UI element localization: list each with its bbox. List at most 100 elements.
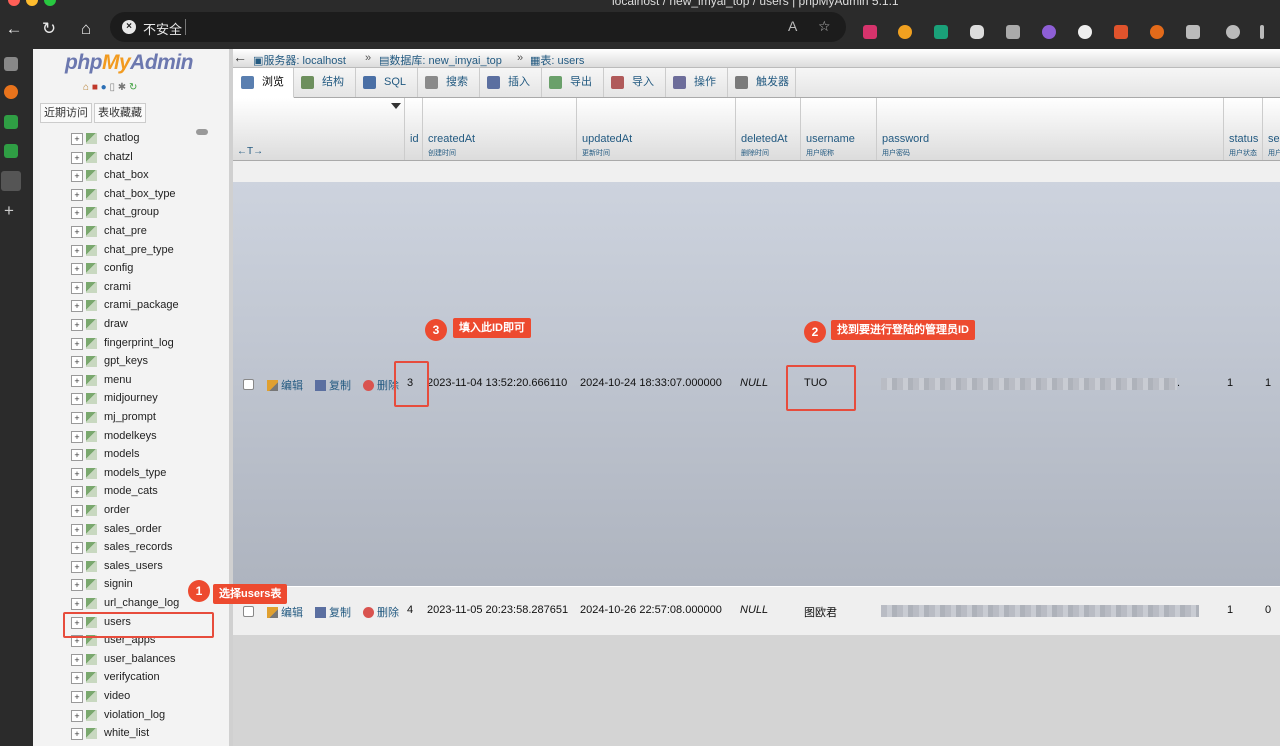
tree-item-order[interactable]: + order: [71, 502, 221, 520]
docs-icon[interactable]: ▯: [109, 82, 115, 93]
expand-icon[interactable]: +: [71, 560, 83, 573]
edit-link[interactable]: 编辑: [267, 377, 303, 393]
tree-item-violation-log[interactable]: + violation_log: [71, 707, 221, 725]
tab-browse[interactable]: 浏览: [233, 68, 294, 98]
column-header-updatedat[interactable]: updatedAt 更新时间: [576, 98, 736, 160]
expand-icon[interactable]: +: [71, 188, 83, 201]
expand-icon[interactable]: +: [71, 728, 83, 741]
home-icon[interactable]: ⌂: [75, 18, 97, 40]
tree-item-verifycation[interactable]: + verifycation: [71, 669, 221, 687]
tabs-panel-icon[interactable]: [4, 57, 18, 71]
expand-icon[interactable]: +: [71, 133, 83, 145]
crumb-server[interactable]: ▣服务器: localhost: [253, 52, 346, 68]
expand-icon[interactable]: +: [71, 374, 83, 387]
crumb-table[interactable]: ▦表: users: [530, 52, 584, 68]
tab-export[interactable]: 导出: [541, 68, 604, 97]
expand-icon[interactable]: +: [71, 300, 83, 313]
tree-item-sales-order[interactable]: + sales_order: [71, 521, 221, 539]
extension-orange-icon[interactable]: [1150, 25, 1164, 39]
expand-icon[interactable]: +: [71, 449, 83, 462]
refresh-icon[interactable]: ↻: [129, 82, 137, 93]
tree-item-chat-box[interactable]: + chat_box: [71, 167, 221, 185]
close-window-button[interactable]: [8, 0, 20, 6]
tree-item-video[interactable]: + video: [71, 688, 221, 706]
zoom-window-button[interactable]: [44, 0, 56, 6]
extension-goggles-icon[interactable]: [970, 25, 984, 39]
tab-insert[interactable]: 插入: [479, 68, 542, 97]
tree-item-gpt-keys[interactable]: + gpt_keys: [71, 353, 221, 371]
tab-sql[interactable]: SQL: [355, 68, 418, 97]
expand-icon[interactable]: +: [71, 486, 83, 499]
tree-item-mj-prompt[interactable]: + mj_prompt: [71, 409, 221, 427]
column-header-sex[interactable]: sex 用户性别: [1262, 98, 1280, 160]
tree-item-white-list[interactable]: + white_list: [71, 725, 221, 743]
expand-icon[interactable]: +: [71, 598, 83, 610]
column-name[interactable]: username: [806, 133, 855, 145]
column-header-deletedat[interactable]: deletedAt 删除时间: [735, 98, 801, 160]
expand-icon[interactable]: +: [71, 207, 83, 220]
expand-icon[interactable]: +: [71, 467, 83, 480]
expand-icon[interactable]: +: [71, 244, 83, 257]
column-header-createdat[interactable]: createdAt 创建时间: [422, 98, 577, 160]
tab-import[interactable]: 导入: [603, 68, 666, 97]
expand-icon[interactable]: +: [71, 170, 83, 183]
tree-item-config[interactable]: + config: [71, 260, 221, 278]
extension-shoe-icon[interactable]: [1114, 25, 1128, 39]
tree-item-crami[interactable]: + crami: [71, 279, 221, 297]
crumb-database[interactable]: ▤数据库: new_imyai_top: [379, 52, 502, 68]
tree-item-sales-users[interactable]: + sales_users: [71, 558, 221, 576]
expand-icon[interactable]: +: [71, 281, 83, 294]
expand-icon[interactable]: +: [71, 151, 83, 164]
flame-app-icon[interactable]: [4, 85, 18, 99]
expand-icon[interactable]: +: [71, 579, 83, 592]
tree-item-chatzl[interactable]: + chatzl: [71, 149, 221, 167]
tree-item-mode-cats[interactable]: + mode_cats: [71, 483, 221, 501]
extension-v-icon[interactable]: [1006, 25, 1020, 39]
shield-green-icon[interactable]: [4, 115, 18, 129]
row-checkbox[interactable]: [243, 606, 254, 617]
sort-dropdown-arrow-icon[interactable]: [391, 103, 401, 109]
column-name[interactable]: deletedAt: [741, 133, 787, 145]
column-header-status[interactable]: status 用户状态: [1223, 98, 1263, 160]
collapse-nav-arrow-icon[interactable]: ←: [233, 49, 247, 67]
expand-icon[interactable]: +: [71, 430, 83, 443]
favorite-star-icon[interactable]: ☆: [818, 18, 831, 35]
tree-item-chat-pre[interactable]: + chat_pre: [71, 223, 221, 241]
home-icon[interactable]: ⌂: [83, 82, 89, 93]
expand-icon[interactable]: +: [71, 393, 83, 406]
extension-color-icon[interactable]: [1042, 25, 1056, 39]
column-name[interactable]: password: [882, 133, 929, 145]
copy-link[interactable]: 复制: [315, 377, 351, 393]
more-menu-icon[interactable]: [1260, 25, 1264, 39]
delete-link[interactable]: 删除: [363, 604, 399, 620]
expand-icon[interactable]: +: [71, 319, 83, 331]
tree-item-chatlog[interactable]: + chatlog: [71, 130, 221, 148]
tree-item-models-type[interactable]: + models_type: [71, 465, 221, 483]
column-header-id[interactable]: id: [404, 98, 423, 160]
row-checkbox[interactable]: [243, 379, 254, 390]
tree-item-user-balances[interactable]: + user_balances: [71, 651, 221, 669]
pma-tab-icon[interactable]: [1, 171, 21, 191]
tab-search[interactable]: 搜索: [417, 68, 480, 97]
help-icon[interactable]: ●: [101, 82, 107, 93]
recent-tables-button[interactable]: 近期访问: [40, 103, 92, 123]
expand-icon[interactable]: +: [71, 337, 83, 350]
tab-operations[interactable]: 操作: [665, 68, 728, 97]
tree-item-chat-box-type[interactable]: + chat_box_type: [71, 186, 221, 204]
shield-green-2-icon[interactable]: [4, 144, 18, 158]
history-icon[interactable]: [1226, 25, 1240, 39]
tree-item-crami-package[interactable]: + crami_package: [71, 297, 221, 315]
reload-icon[interactable]: ↻: [38, 18, 60, 40]
column-header-username[interactable]: username 用户昵称: [800, 98, 877, 160]
tree-item-sales-records[interactable]: + sales_records: [71, 539, 221, 557]
back-arrow-icon[interactable]: ←: [3, 18, 25, 40]
column-name[interactable]: sex: [1268, 133, 1280, 145]
column-header-password[interactable]: password 用户密码: [876, 98, 1224, 160]
tree-item-modelkeys[interactable]: + modelkeys: [71, 428, 221, 446]
tree-item-menu[interactable]: + menu: [71, 372, 221, 390]
expand-icon[interactable]: +: [71, 709, 83, 722]
tab-triggers[interactable]: 触发器: [727, 68, 796, 97]
expand-icon[interactable]: +: [71, 263, 83, 276]
copy-link[interactable]: 复制: [315, 604, 351, 620]
tree-item-fingerprint-log[interactable]: + fingerprint_log: [71, 335, 221, 353]
